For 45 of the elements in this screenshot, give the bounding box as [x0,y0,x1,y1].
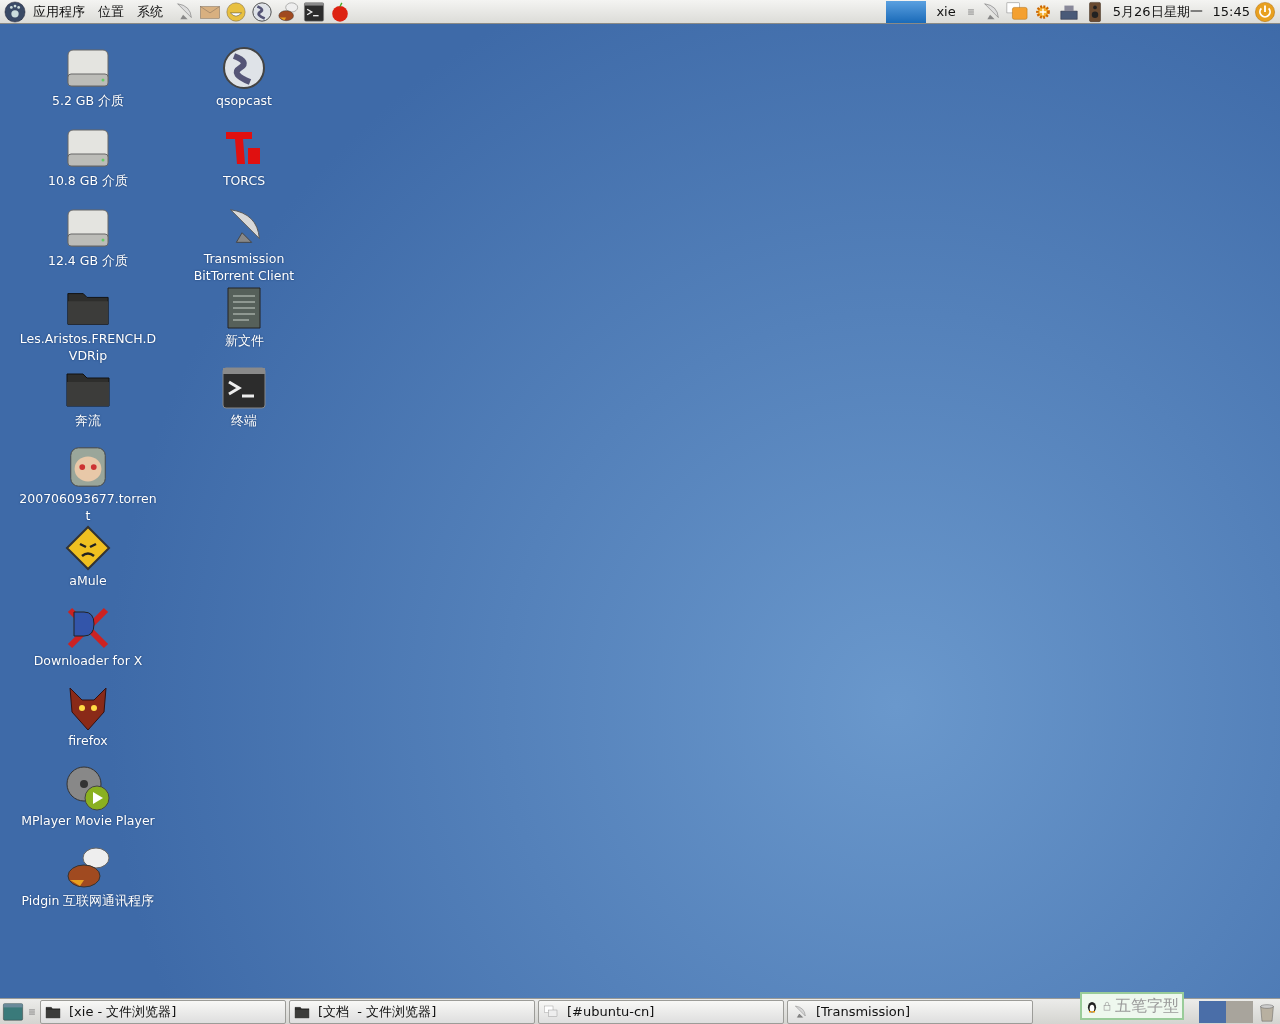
network-monitor-graph [886,0,927,23]
terminal-icon[interactable] [303,0,325,23]
taskbar-button[interactable]: [文档 - 文件浏览器] [289,999,535,1024]
film-strip-globe-icon[interactable] [220,44,268,92]
handle-icon[interactable] [27,1006,37,1017]
icon-label[interactable]: 10.8 GB 介质 [47,172,128,189]
icon-label[interactable]: Les.Aristos.FRENCH.DVDRip [18,330,158,364]
handle-icon[interactable] [965,6,976,17]
icon-label[interactable]: firefox [68,732,108,749]
icon-label[interactable]: Transmission BitTorrent Client [174,250,314,284]
terminal-icon[interactable] [220,364,268,412]
taskbar-button[interactable]: [Transmission] [787,999,1033,1024]
film-strip-globe-icon[interactable] [251,0,273,23]
user-name[interactable]: xie [930,1,962,22]
icon-label[interactable]: aMule [69,572,107,589]
icon-label[interactable]: 5.2 GB 介质 [51,92,125,109]
foot-logo-icon[interactable] [4,0,26,23]
taskbar-button[interactable]: [xie - 文件浏览器] [40,999,286,1024]
clock-time[interactable]: 15:45 [1212,1,1250,22]
desktop-picture-icon[interactable] [2,1000,24,1023]
icon-label[interactable]: 新文件 [224,332,264,349]
workspace-button[interactable] [1199,1000,1226,1023]
speech-bubbles-icon[interactable] [1005,0,1028,23]
icon-label[interactable]: 终端 [231,412,257,429]
icon-label[interactable]: 200706093677.torrent [18,490,158,524]
warning-sign-icon[interactable] [64,524,112,572]
icon-label[interactable]: TORCS [222,172,266,189]
power-icon[interactable] [1254,0,1276,23]
clock-date[interactable]: 5月26日星期一 [1112,1,1203,22]
satellite-dish-icon [792,1003,808,1020]
icon-label[interactable]: qsopcast [216,92,272,109]
bird-with-bubble-icon[interactable] [277,0,299,23]
panel-menu[interactable]: 系统 [134,1,166,22]
icon-label[interactable]: Downloader for X [33,652,143,669]
icon-label[interactable]: 12.4 GB 介质 [47,252,128,269]
panel-menu[interactable]: 应用程序 [30,1,88,22]
apple-icon[interactable] [329,0,351,23]
film-reel-play-icon[interactable] [64,764,112,812]
lock-icon [1102,1000,1112,1011]
panel-menu[interactable]: 位置 [95,1,127,22]
speech-bubbles-icon [543,1003,559,1020]
icon-label[interactable]: MPlayer Movie Player [21,812,155,829]
icon-label[interactable]: Pidgin 互联网通讯程序 [21,892,155,909]
icon-label[interactable]: 奔流 [75,412,101,429]
taskbar-button[interactable]: [#ubuntu-cn] [538,999,784,1024]
